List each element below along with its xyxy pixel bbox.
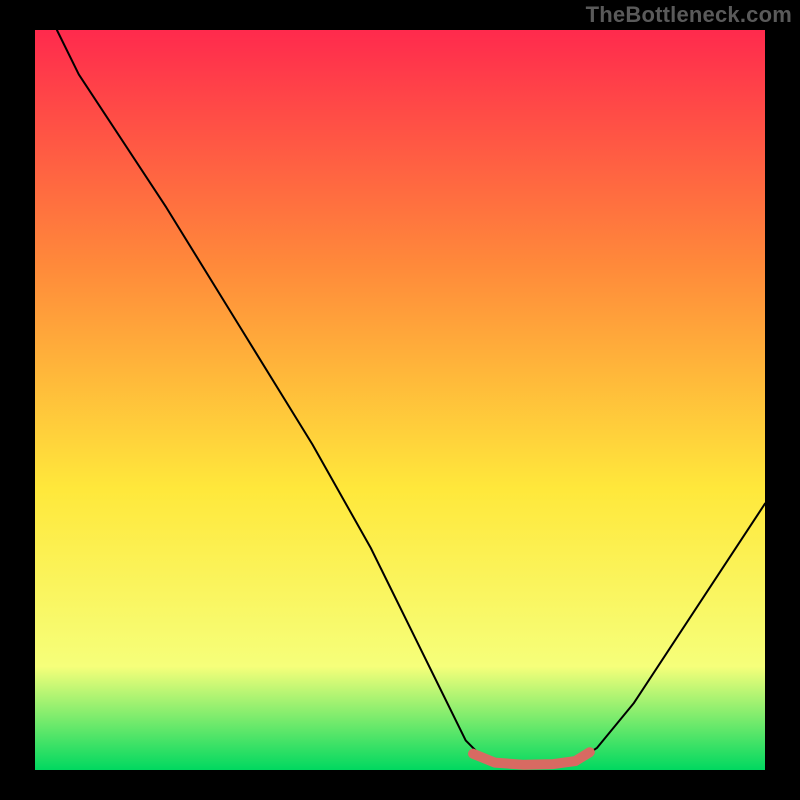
chart-frame: TheBottleneck.com	[0, 0, 800, 800]
plot-background	[35, 30, 765, 770]
watermark-text: TheBottleneck.com	[586, 2, 792, 28]
bottleneck-chart	[0, 0, 800, 800]
